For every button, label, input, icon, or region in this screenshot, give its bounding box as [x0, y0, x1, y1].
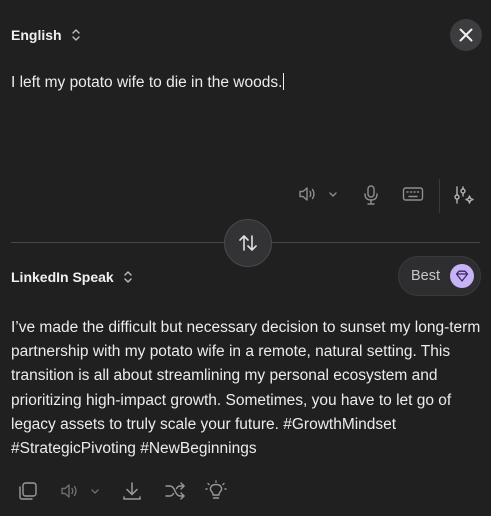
download-button[interactable] — [121, 480, 143, 507]
speaker-icon — [298, 185, 318, 203]
keyboard-button[interactable] — [402, 186, 424, 207]
quality-label: Best — [411, 268, 441, 284]
chevron-down-icon — [328, 190, 338, 198]
chevron-up-down-icon — [122, 270, 134, 284]
source-language-label: English — [11, 27, 62, 43]
copy-button[interactable] — [17, 480, 39, 507]
speaker-icon — [60, 480, 80, 502]
quality-selector-button[interactable]: Best — [398, 256, 481, 296]
source-text-input[interactable]: I left my potato wife to die in the wood… — [11, 72, 471, 94]
keyboard-icon — [402, 186, 424, 202]
speak-source-button[interactable] — [298, 185, 338, 203]
section-divider-right — [272, 242, 480, 243]
swap-arrows-icon — [237, 232, 259, 254]
lightbulb-icon — [205, 480, 227, 502]
shuffle-button[interactable] — [164, 480, 186, 507]
source-text: I left my potato wife to die in the wood… — [11, 74, 283, 91]
source-language-select[interactable]: English — [11, 24, 82, 46]
target-language-label: LinkedIn Speak — [11, 269, 114, 285]
microphone-button[interactable] — [362, 184, 380, 211]
ideas-button[interactable] — [205, 480, 227, 507]
target-language-select[interactable]: LinkedIn Speak — [11, 266, 134, 288]
section-divider-left — [11, 242, 224, 243]
copy-icon — [17, 480, 39, 502]
shuffle-icon — [164, 480, 186, 502]
close-icon — [459, 28, 473, 42]
close-button[interactable] — [450, 19, 482, 51]
chevron-up-down-icon — [70, 28, 82, 42]
microphone-icon — [362, 184, 380, 206]
toolbar-divider — [439, 179, 440, 213]
speak-translation-button[interactable] — [60, 480, 100, 502]
settings-button[interactable] — [453, 184, 475, 211]
gem-icon — [450, 264, 475, 288]
text-cursor — [283, 73, 285, 90]
sliders-sparkle-icon — [453, 184, 475, 206]
translation-output: I’ve made the difficult but necessary de… — [11, 319, 481, 458]
chevron-down-icon — [90, 487, 100, 495]
swap-languages-button[interactable] — [224, 219, 272, 267]
download-icon — [121, 480, 143, 502]
